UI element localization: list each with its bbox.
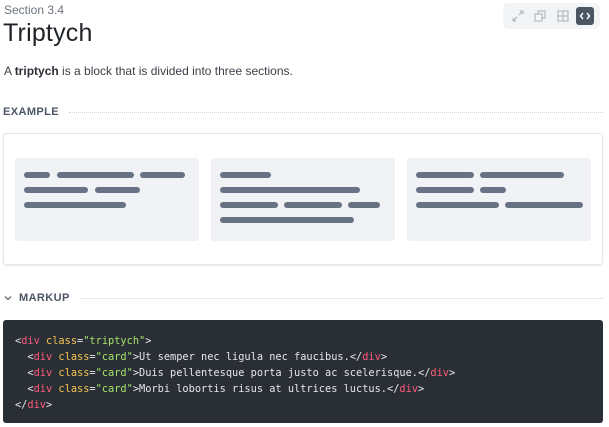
placeholder-line	[220, 172, 271, 178]
code-line: <div class="card">Duis pellentesque port…	[15, 365, 603, 381]
code-punct: <	[15, 383, 34, 395]
code-text: Duis pellentesque porta justo ac sceleri…	[139, 367, 418, 379]
code-tag: div	[21, 335, 40, 347]
page-description: A triptych is a block that is divided in…	[4, 64, 293, 78]
code-punct: </	[387, 383, 400, 395]
triptych-card-2	[211, 158, 395, 241]
example-heading: EXAMPLE	[3, 106, 603, 118]
example-preview	[3, 133, 603, 265]
code-tag: div	[33, 351, 53, 363]
expand-button[interactable]	[509, 7, 527, 25]
placeholder-line	[284, 202, 342, 208]
code-tag: div	[27, 399, 47, 411]
code-line: <div class="triptych">	[15, 333, 603, 349]
placeholder-line	[24, 202, 126, 208]
placeholder-line	[480, 172, 564, 178]
code-punct: >	[449, 367, 456, 379]
code-line: <div class="card">Ut semper nec ligula n…	[15, 349, 603, 365]
expand-icon	[512, 10, 524, 22]
code-punct: >	[380, 351, 388, 363]
code-string: "card"	[95, 367, 133, 379]
placeholder-line	[220, 202, 278, 208]
example-label: EXAMPLE	[3, 106, 59, 118]
placeholder-line	[416, 187, 474, 193]
code-text: Ut semper nec ligula nec faucibus.	[139, 351, 350, 363]
code-tag: div	[399, 383, 419, 395]
code-attr: class	[46, 335, 78, 347]
code-line: <div class="card">Morbi lobortis risus a…	[15, 381, 603, 397]
code-button[interactable]	[575, 7, 594, 25]
code-attr: class	[58, 351, 90, 363]
code-punct: </	[349, 351, 363, 363]
section-number: Section 3.4	[4, 3, 65, 17]
code-punct: </	[15, 399, 28, 411]
code-string: "triptych"	[83, 335, 146, 347]
triptych-card-1	[15, 158, 199, 241]
placeholder-line	[220, 187, 360, 193]
markup-heading[interactable]: MARKUP	[3, 292, 603, 304]
grid-button[interactable]	[554, 7, 572, 25]
chevron-down-icon	[4, 296, 12, 301]
placeholder-line	[140, 172, 185, 178]
placeholder-line	[416, 202, 499, 208]
code-punct: >	[46, 399, 53, 411]
code-icon	[579, 12, 591, 20]
placeholder-line	[57, 172, 134, 178]
code-punct: </	[418, 367, 431, 379]
placeholder-line	[505, 202, 583, 208]
code-text: Morbi lobortis risus at ultrices luctus.	[139, 383, 388, 395]
page-title: Triptych	[3, 19, 93, 47]
code-block[interactable]: <div class="triptych"> <div class="card"…	[3, 320, 603, 423]
code-attr: class	[58, 367, 90, 379]
code-punct: >	[418, 383, 425, 395]
grid-icon	[557, 10, 569, 22]
placeholder-line	[95, 187, 140, 193]
copy-icon	[534, 10, 546, 22]
code-tag: div	[33, 367, 53, 379]
code-punct: >	[145, 335, 152, 347]
placeholder-line	[480, 187, 506, 193]
placeholder-line	[24, 187, 88, 193]
copy-button[interactable]	[531, 7, 549, 25]
view-toolbar	[503, 3, 600, 29]
code-attr: class	[58, 383, 90, 395]
code-tag: div	[362, 351, 381, 363]
code-tag: div	[33, 383, 53, 395]
code-string: "card"	[95, 351, 133, 363]
placeholder-line	[348, 202, 380, 208]
placeholder-line	[220, 217, 354, 223]
code-punct: <	[15, 367, 34, 379]
code-punct: <	[15, 351, 34, 363]
markup-label: MARKUP	[19, 292, 70, 304]
placeholder-line	[416, 172, 474, 178]
description-term: triptych	[14, 64, 59, 78]
code-tag: div	[430, 367, 450, 379]
code-line: </div>	[15, 397, 603, 413]
example-divider	[68, 111, 603, 113]
code-string: "card"	[95, 383, 133, 395]
markup-divider	[79, 297, 603, 299]
triptych-card-3	[407, 158, 591, 241]
placeholder-line	[24, 172, 50, 178]
